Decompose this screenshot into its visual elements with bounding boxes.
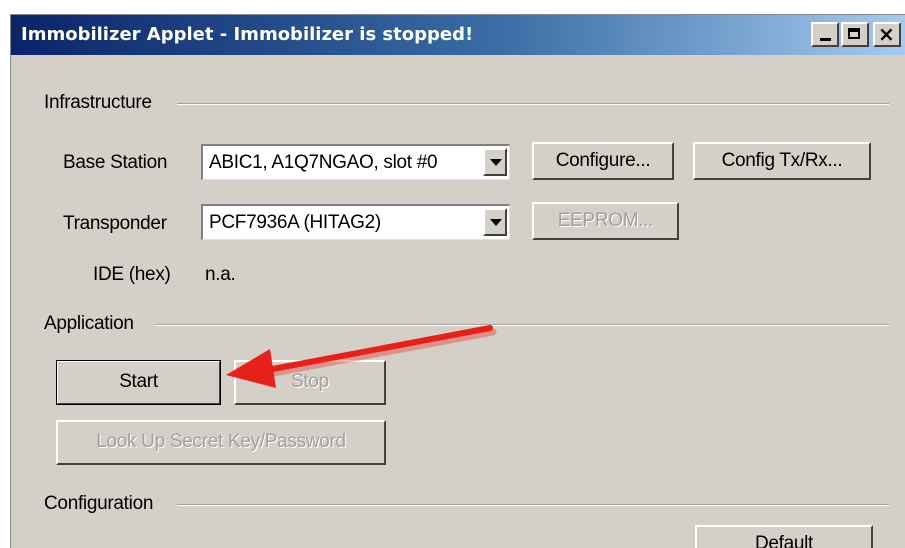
minimize-button[interactable] xyxy=(811,22,839,47)
applet-window: Immobilizer Applet - Immobilizer is stop… xyxy=(10,14,905,548)
config-txrx-button[interactable]: Config Tx/Rx... xyxy=(693,142,871,180)
chevron-down-icon[interactable] xyxy=(483,148,507,176)
base-station-label: Base Station xyxy=(63,152,168,173)
configuration-group-label: Configuration xyxy=(44,493,154,514)
application-group-label: Application xyxy=(44,313,134,334)
configure-button[interactable]: Configure... xyxy=(532,142,674,180)
eeprom-button[interactable]: EEPROM... xyxy=(532,202,679,240)
maximize-icon xyxy=(848,28,860,39)
default-button[interactable]: Default xyxy=(695,525,873,548)
base-station-value: ABIC1, A1Q7NGAO, slot #0 xyxy=(209,152,438,173)
infrastructure-divider xyxy=(177,103,889,105)
maximize-button[interactable] xyxy=(841,22,869,47)
transponder-select[interactable]: PCF7936A (HITAG2) xyxy=(201,204,510,240)
transponder-value: PCF7936A (HITAG2) xyxy=(209,212,381,233)
ide-hex-value: n.a. xyxy=(205,264,236,285)
close-icon: × xyxy=(878,22,895,46)
application-divider xyxy=(157,324,889,326)
stop-button[interactable]: Stop xyxy=(234,360,386,405)
infrastructure-group-label: Infrastructure xyxy=(44,92,152,113)
ide-hex-label: IDE (hex) xyxy=(93,264,171,285)
title-bar[interactable]: Immobilizer Applet - Immobilizer is stop… xyxy=(11,15,905,55)
lookup-secret-key-button[interactable]: Look Up Secret Key/Password xyxy=(56,420,386,465)
configuration-divider xyxy=(177,504,889,506)
transponder-label: Transponder xyxy=(63,213,167,234)
start-button[interactable]: Start xyxy=(56,360,221,405)
window-title: Immobilizer Applet - Immobilizer is stop… xyxy=(21,24,474,45)
close-button[interactable]: × xyxy=(873,22,901,47)
base-station-select[interactable]: ABIC1, A1Q7NGAO, slot #0 xyxy=(201,144,510,180)
chevron-down-icon[interactable] xyxy=(483,208,507,236)
minimize-icon xyxy=(820,38,831,41)
